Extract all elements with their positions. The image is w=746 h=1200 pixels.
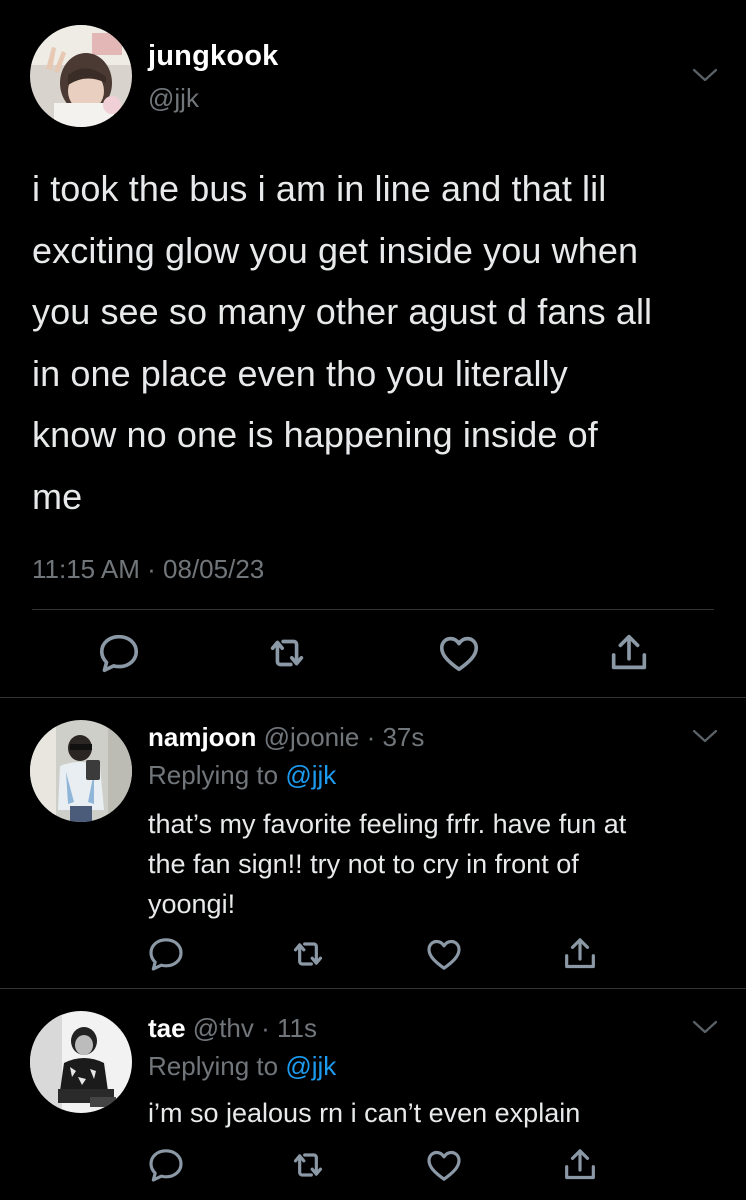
- retweet-icon[interactable]: [288, 934, 328, 974]
- share-icon[interactable]: [560, 1145, 600, 1185]
- replying-to-label: Replying to: [148, 1051, 286, 1081]
- retweet-icon[interactable]: [264, 630, 310, 676]
- timestamp[interactable]: 11:15 AM · 08/05/23: [32, 554, 264, 585]
- tweet-text-line: me: [32, 475, 83, 517]
- author-handle-time[interactable]: @thv · 11s: [186, 1013, 317, 1043]
- tweet-text-line: in one place even tho you literally: [32, 352, 568, 394]
- chevron-down-icon[interactable]: [692, 67, 718, 83]
- action-bar: [0, 630, 746, 678]
- heart-icon[interactable]: [436, 630, 482, 676]
- author-handle-time[interactable]: @joonie · 37s: [256, 722, 425, 752]
- replying-to: Replying to @jjk: [148, 760, 336, 791]
- tweet-text-line: exciting glow you get inside you when: [32, 229, 639, 271]
- mention-link[interactable]: @jjk: [285, 1051, 336, 1081]
- mention-link[interactable]: @jjk: [285, 760, 336, 790]
- heart-icon[interactable]: [424, 1145, 464, 1185]
- reply-text: i’m so jealous rn i can’t even explain: [148, 1093, 718, 1133]
- chevron-down-icon[interactable]: [692, 1019, 718, 1035]
- chevron-down-icon[interactable]: [692, 728, 718, 744]
- replying-to-label: Replying to: [148, 760, 286, 790]
- tweet-text-line: i took the bus i am in line and that lil: [32, 168, 607, 209]
- avatar[interactable]: [30, 720, 132, 822]
- reply-icon[interactable]: [146, 1145, 186, 1185]
- reply-tweet: namjoon @joonie · 37s Replying to @jjk t…: [0, 698, 746, 988]
- retweet-icon[interactable]: [288, 1145, 328, 1185]
- divider: [32, 609, 714, 610]
- reply-text-line: yoongi!: [148, 889, 236, 919]
- reply-text-line: that’s my favorite feeling frfr. have fu…: [148, 809, 627, 839]
- author-name[interactable]: namjoon: [148, 722, 256, 752]
- reply-header: namjoon @joonie · 37s: [148, 722, 424, 753]
- main-tweet: jungkook @jjk i took the bus i am in lin…: [0, 0, 746, 698]
- share-icon[interactable]: [560, 934, 600, 974]
- share-icon[interactable]: [606, 630, 652, 676]
- replying-to: Replying to @jjk: [148, 1051, 336, 1082]
- reply-header: tae @thv · 11s: [148, 1013, 317, 1044]
- author-handle[interactable]: @jjk: [148, 83, 199, 114]
- tweet-text-line: you see so many other agust d fans all: [32, 291, 653, 333]
- tweet-text: i took the bus i am in line and that lil…: [32, 158, 732, 528]
- avatar[interactable]: [30, 1011, 132, 1113]
- author-name[interactable]: jungkook: [148, 40, 279, 73]
- avatar[interactable]: [30, 25, 132, 127]
- reply-text-line: i’m so jealous rn i can’t even explain: [148, 1098, 581, 1128]
- author-name[interactable]: tae: [148, 1013, 186, 1043]
- reply-tweet: tae @thv · 11s Replying to @jjk i’m so j…: [0, 989, 746, 1200]
- reply-text-line: the fan sign!! try not to cry in front o…: [148, 849, 579, 879]
- reply-icon[interactable]: [146, 934, 186, 974]
- tweet-text-line: know no one is happening inside of: [32, 414, 598, 456]
- heart-icon[interactable]: [424, 934, 464, 974]
- reply-text: that’s my favorite feeling frfr. have fu…: [148, 804, 718, 924]
- reply-icon[interactable]: [96, 630, 142, 676]
